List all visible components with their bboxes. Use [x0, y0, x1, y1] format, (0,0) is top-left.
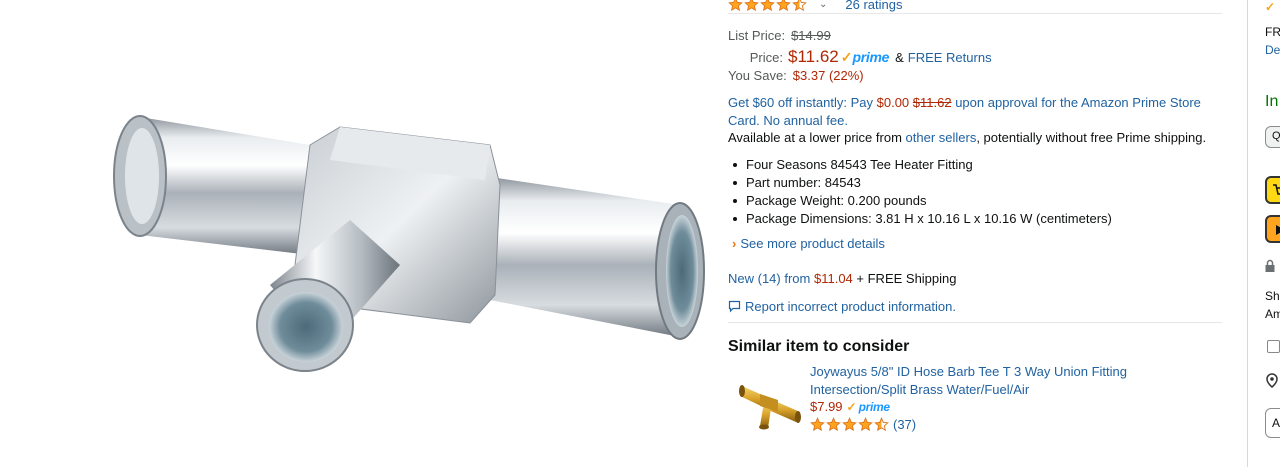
ratings-count-link[interactable]: 26 ratings	[845, 0, 902, 12]
prime-logo: prime	[858, 400, 890, 414]
card-offer-struck-amount: $11.62	[912, 95, 952, 110]
you-save-value: $3.37 (22%)	[792, 68, 864, 83]
star-icon	[874, 417, 889, 432]
star-icon	[728, 0, 743, 11]
feature-bullet: Part number: 84543	[728, 174, 1112, 192]
lower-price-prefix: Available at a lower price from	[728, 130, 906, 145]
location-pin-icon[interactable]	[1265, 373, 1279, 388]
card-offer-pay-amount: $0.00	[876, 95, 910, 110]
similar-item-heading: Similar item to consider	[728, 338, 910, 355]
new-offers: New (14) from $11.04 + FREE Shipping	[728, 271, 957, 286]
lock-icon	[1265, 259, 1275, 272]
similar-item-price: $7.99	[810, 399, 843, 414]
prime-check-icon: ✓	[840, 49, 853, 65]
buybox-details-link[interactable]: De	[1265, 43, 1280, 57]
similar-item-title[interactable]: Joywayus 5/8" ID Hose Barb Tee T 3 Way U…	[810, 363, 1224, 399]
cart-icon	[1273, 184, 1280, 195]
feature-bullet: Four Seasons 84543 Tee Heater Fitting	[728, 156, 1112, 174]
report-info[interactable]: Report incorrect product information.	[728, 299, 956, 314]
feature-bullet: Package Weight: 0.200 pounds	[728, 192, 1112, 210]
returns-prefix: &	[895, 50, 904, 65]
similar-item-price-row: $7.99 ✓ prime	[810, 399, 890, 414]
new-offers-link[interactable]: New (14) from	[728, 271, 810, 286]
speech-bubble-icon	[728, 300, 741, 313]
feature-bullets: Four Seasons 84543 Tee Heater Fitting Pa…	[728, 156, 1112, 228]
chevron-right-icon: ›	[732, 236, 737, 251]
star-icon	[826, 417, 841, 432]
prime-check-icon: ✓	[846, 400, 857, 414]
prime-check-icon: ✓	[1265, 0, 1276, 14]
similar-item-rating[interactable]: (37)	[810, 417, 916, 432]
gift-checkbox[interactable]	[1267, 340, 1280, 353]
divider	[728, 13, 1222, 14]
quantity-label: Q	[1272, 130, 1280, 142]
divider	[728, 322, 1222, 323]
list-price-label: List Price:	[728, 28, 786, 43]
star-rating	[728, 0, 807, 12]
other-sellers-link[interactable]: other sellers	[906, 130, 977, 145]
see-more-details[interactable]: › See more product details	[732, 236, 885, 251]
list-price-value: $14.99	[791, 28, 831, 43]
price-value: $11.62	[788, 47, 839, 66]
chevron-down-icon[interactable]: ⌄	[819, 0, 827, 10]
in-stock-label: In	[1265, 93, 1279, 110]
you-save-label: You Save:	[728, 68, 787, 83]
lower-price-notice: Available at a lower price from other se…	[728, 130, 1206, 145]
star-icon	[776, 0, 791, 11]
new-offers-shipping: + FREE Shipping	[856, 271, 957, 286]
buy-now-button[interactable]	[1265, 215, 1280, 243]
rating-row[interactable]: ⌄ 26 ratings	[728, 0, 902, 12]
product-image[interactable]	[100, 105, 710, 395]
add-to-cart-button[interactable]	[1265, 176, 1280, 204]
buybox-ships-from: Sh	[1265, 289, 1280, 303]
prime-logo: prime	[852, 49, 890, 65]
star-icon	[760, 0, 775, 11]
feature-bullet: Package Dimensions: 3.81 H x 10.16 L x 1…	[728, 210, 1112, 228]
prime-card-offer[interactable]: Get $60 off instantly: Pay $0.00 $11.62 …	[728, 94, 1208, 130]
add-to-list-button[interactable]: A	[1265, 408, 1280, 438]
similar-item-image[interactable]	[738, 372, 802, 430]
see-more-link[interactable]: See more product details	[740, 236, 885, 251]
price-block: List Price: $14.99 Price: $11.62 ✓ prime …	[728, 28, 992, 87]
card-offer-text-1[interactable]: Get $60 off instantly: Pay	[728, 95, 877, 110]
star-icon	[810, 417, 825, 432]
buybox-delivery-text: FR	[1265, 25, 1280, 39]
add-to-list-label: A	[1272, 416, 1280, 430]
star-icon	[842, 417, 857, 432]
buybox-sold-by: Am	[1265, 307, 1280, 321]
report-link[interactable]: Report incorrect product information.	[745, 299, 956, 314]
similar-rating-count[interactable]: (37)	[893, 417, 916, 432]
buybox-border	[1247, 0, 1248, 467]
quantity-select[interactable]: Q	[1265, 126, 1280, 148]
lower-price-suffix: , potentially without free Prime shippin…	[976, 130, 1207, 145]
price-label: Price:	[749, 50, 783, 65]
star-icon	[858, 417, 873, 432]
star-icon	[744, 0, 759, 11]
new-offers-price: $11.04	[813, 271, 853, 286]
star-rating	[810, 417, 889, 432]
play-icon	[1276, 225, 1280, 235]
star-icon	[792, 0, 807, 11]
free-returns-link[interactable]: FREE Returns	[908, 50, 992, 65]
